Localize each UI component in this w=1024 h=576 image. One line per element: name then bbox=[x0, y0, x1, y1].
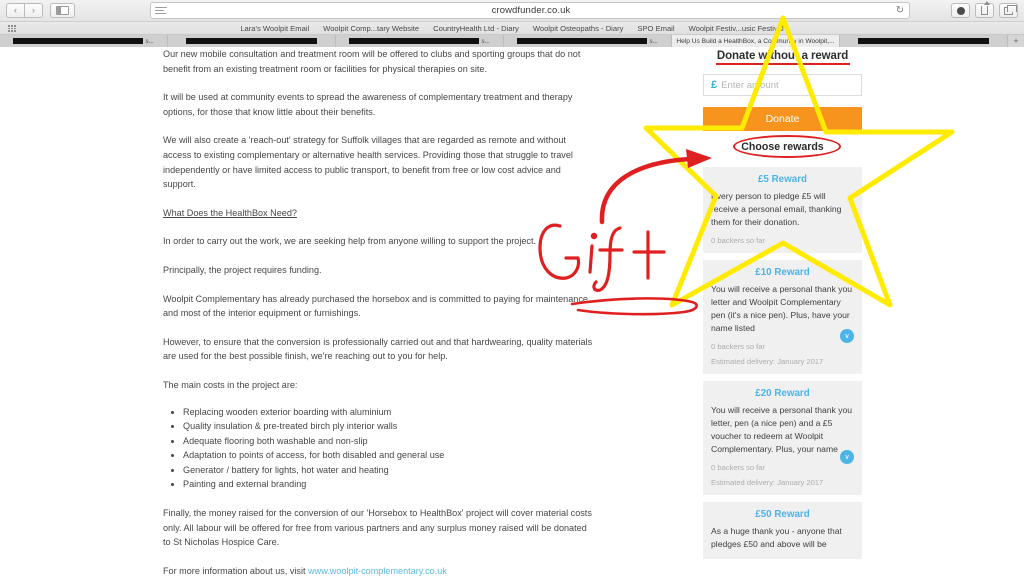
article-link-line: For more information about us, visit www… bbox=[163, 564, 593, 576]
list-item: Adequate flooring both washable and non-… bbox=[183, 434, 593, 449]
browser-chrome: ‹ › crowdfunder.co.uk ↻ Lara's Woolpit E… bbox=[0, 0, 1024, 47]
tab-overview-icon bbox=[1004, 4, 1017, 15]
back-button[interactable]: ‹ bbox=[6, 3, 25, 18]
address-bar[interactable]: crowdfunder.co.uk ↻ bbox=[150, 2, 910, 19]
page-scrollbar[interactable] bbox=[1020, 94, 1024, 576]
reward-card[interactable]: £20 Reward You will receive a personal t… bbox=[703, 381, 862, 496]
reward-description: Every person to pledge £5 will receive a… bbox=[711, 191, 842, 228]
article-paragraph: Principally, the project requires fundin… bbox=[163, 264, 322, 275]
donate-panel: Donate without a reward £ Enter amount D… bbox=[703, 47, 862, 560]
article-paragraph: It will be used at community events to s… bbox=[163, 92, 573, 117]
reward-title: £50 Reward bbox=[755, 509, 810, 521]
reward-delivery-estimate: Estimated delivery: January 2017 bbox=[711, 478, 824, 488]
bookmark-item[interactable]: Woolpit Comp...tary Website bbox=[323, 24, 419, 33]
woolpit-complementary-link[interactable]: www.woolpit-complementary.co.uk bbox=[308, 566, 447, 576]
extension-button[interactable] bbox=[951, 3, 970, 18]
article-section-heading: What Does the HealthBox Need? bbox=[163, 207, 297, 218]
chevron-down-icon[interactable]: ∨ bbox=[840, 450, 854, 465]
forward-button[interactable]: › bbox=[24, 3, 43, 18]
donate-title-red-underline-annotation bbox=[715, 63, 850, 66]
reward-title: £5 Reward bbox=[757, 174, 807, 186]
reward-card[interactable]: £10 Reward You will receive a personal t… bbox=[703, 260, 862, 375]
sidebar-panel-icon bbox=[56, 6, 69, 15]
reward-delivery-estimate: Estimated delivery: January 2017 bbox=[711, 357, 824, 367]
bookmark-item[interactable]: CountryHealth Ltd - Diary bbox=[433, 24, 519, 33]
donation-amount-input[interactable]: £ Enter amount bbox=[703, 74, 862, 97]
tab-strip: s... s... s... Help Us Build a HealthBox… bbox=[0, 35, 1024, 47]
bookmark-item[interactable]: Woolpit Osteopaths - Diary bbox=[533, 24, 624, 33]
article-paragraph: However, to ensure that the conversion i… bbox=[163, 336, 593, 362]
back-arrow-icon: ‹ bbox=[14, 5, 17, 15]
bookmark-list: Lara's Woolpit Email Woolpit Comp...tary… bbox=[240, 24, 783, 33]
project-costs-list: Replacing wooden exterior boarding with … bbox=[183, 405, 593, 493]
choose-rewards-button[interactable]: Choose rewards bbox=[741, 141, 823, 153]
redacted-tab-title bbox=[517, 38, 648, 44]
reward-title: £20 Reward bbox=[755, 388, 810, 400]
article-paragraph: The main costs in the project are: bbox=[163, 379, 298, 390]
browser-tab[interactable]: s... bbox=[336, 35, 504, 47]
list-item: Quality insulation & pre-treated birch p… bbox=[183, 419, 593, 434]
bookmark-item[interactable]: Woolpit Festiv...usic Festival bbox=[689, 24, 784, 33]
reward-description: You will receive a personal thank you le… bbox=[711, 284, 853, 334]
forward-arrow-icon: › bbox=[32, 5, 35, 15]
article-paragraph: Finally, the money raised for the conver… bbox=[163, 508, 592, 548]
donate-button[interactable]: Donate bbox=[703, 107, 862, 132]
list-item: Replacing wooden exterior boarding with … bbox=[183, 405, 593, 420]
reward-description: You will receive a personal thank you le… bbox=[711, 405, 853, 455]
extension-icon bbox=[956, 6, 965, 15]
toolbar-right-buttons bbox=[951, 1, 1018, 18]
list-item: Painting and external branding bbox=[183, 477, 593, 492]
new-tab-button[interactable]: + bbox=[1008, 35, 1024, 47]
article-paragraph: Our new mobile consultation and treatmen… bbox=[163, 49, 581, 74]
article-paragraph: We will also create a 'reach-out' strate… bbox=[163, 135, 573, 190]
redacted-tab-title bbox=[13, 38, 144, 44]
tab-title-tail: s... bbox=[649, 37, 658, 45]
redacted-tab-title bbox=[186, 38, 317, 44]
share-button[interactable] bbox=[975, 1, 994, 18]
tab-title: Help Us Build a HealthBox, a Community i… bbox=[676, 37, 835, 45]
article-paragraph: In order to carry out the work, we are s… bbox=[163, 236, 537, 247]
pound-currency-icon: £ bbox=[711, 79, 718, 92]
show-tabs-button[interactable] bbox=[999, 3, 1018, 18]
url-text: crowdfunder.co.uk bbox=[491, 5, 571, 16]
tab-title-tail: s... bbox=[481, 37, 490, 45]
browser-tab-active[interactable]: Help Us Build a HealthBox, a Community i… bbox=[672, 35, 840, 47]
sidebar-toggle-button[interactable] bbox=[50, 3, 75, 18]
reward-card[interactable]: £5 Reward Every person to pledge £5 will… bbox=[703, 167, 862, 254]
bookmark-item[interactable]: Lara's Woolpit Email bbox=[240, 24, 309, 33]
browser-tab[interactable] bbox=[840, 35, 1008, 47]
list-item: Adaptation to points of access, for both… bbox=[183, 448, 593, 463]
choose-rewards-area: Choose rewards bbox=[703, 134, 862, 160]
list-item: Generator / battery for lights, hot wate… bbox=[183, 463, 593, 478]
browser-toolbar: ‹ › crowdfunder.co.uk ↻ bbox=[0, 0, 1024, 22]
link-prefix-text: For more information about us, visit bbox=[163, 565, 309, 576]
article-body: Our new mobile consultation and treatmen… bbox=[163, 47, 593, 576]
reward-backers-count: 0 backers so far bbox=[711, 236, 766, 246]
reward-card[interactable]: £50 Reward As a huge thank you - anyone … bbox=[703, 502, 862, 560]
reward-backers-count: 0 backers so far bbox=[711, 463, 766, 473]
article-paragraph: Woolpit Complementary has already purcha… bbox=[163, 293, 588, 319]
tab-title-tail: s... bbox=[145, 37, 154, 45]
reward-backers-count: 0 backers so far bbox=[711, 342, 766, 352]
bookmarks-bar: Lara's Woolpit Email Woolpit Comp...tary… bbox=[0, 22, 1024, 35]
reader-view-icon[interactable] bbox=[155, 5, 171, 16]
reward-description: As a huge thank you - anyone that pledge… bbox=[711, 526, 842, 550]
reload-icon[interactable]: ↻ bbox=[891, 5, 909, 16]
donate-panel-title: Donate without a reward bbox=[716, 50, 849, 62]
bookmarks-grid-icon[interactable] bbox=[8, 25, 16, 32]
amount-placeholder-text: Enter amount bbox=[721, 79, 779, 91]
bookmark-item[interactable]: SPO Email bbox=[637, 24, 674, 33]
redacted-tab-title bbox=[349, 38, 480, 44]
browser-tab[interactable]: s... bbox=[504, 35, 672, 47]
reward-title: £10 Reward bbox=[755, 267, 810, 279]
browser-tab[interactable] bbox=[168, 35, 336, 47]
share-icon bbox=[981, 1, 990, 15]
browser-tab[interactable]: s... bbox=[0, 35, 168, 47]
redacted-tab-title bbox=[858, 38, 989, 44]
chevron-down-icon[interactable]: ∨ bbox=[840, 329, 854, 344]
page-content: Our new mobile consultation and treatmen… bbox=[0, 47, 1024, 576]
